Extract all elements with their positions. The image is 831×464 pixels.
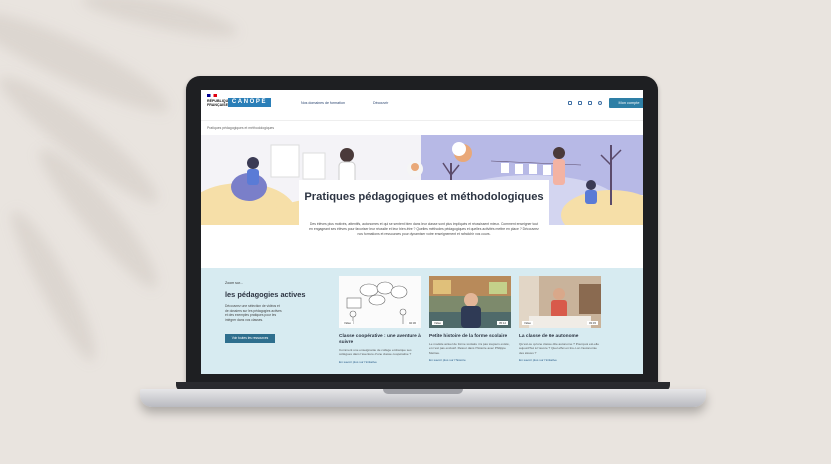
card-duration-badge: 03:45	[587, 321, 598, 325]
card-image: Vidéo 03:45	[519, 276, 601, 328]
card-duration-badge: 05:12	[497, 321, 508, 325]
card-text: Le modèle actuel de forme scolaire n'a p…	[429, 342, 510, 355]
breadcrumb[interactable]: Pratiques pédagogiques et méthodologique…	[207, 126, 274, 130]
brand-logo[interactable]: CANOPÉ	[228, 98, 271, 107]
cart-icon[interactable]	[578, 101, 582, 105]
card-image: Vidéo 02:30	[339, 276, 421, 328]
laptop-screen: RÉPUBLIQUE FRANÇAISE CANOPÉ Nos domaines…	[201, 90, 643, 374]
laptop-notch	[383, 389, 463, 394]
zoom-title: les pédagogies actives	[225, 290, 306, 299]
card-link[interactable]: En savoir plus sur l'histoire	[429, 358, 511, 362]
heart-icon[interactable]	[588, 101, 592, 105]
card-image: Vidéo 05:12	[429, 276, 511, 328]
zoom-kicker: Zoom sur...	[225, 281, 243, 285]
card-title[interactable]: La classe de 6e autonome	[519, 334, 601, 340]
see-all-resources-button[interactable]: Voir toutes les ressources	[225, 334, 275, 343]
search-icon[interactable]	[568, 101, 572, 105]
leaf-shadow	[78, 0, 242, 45]
resource-card[interactable]: Vidéo 02:30 Classe coopérative : une ave…	[339, 276, 421, 364]
account-button[interactable]: Mon compte	[609, 98, 643, 108]
card-title[interactable]: Petite histoire de la forme scolaire	[429, 334, 511, 340]
gov-label: RÉPUBLIQUE FRANÇAISE	[207, 99, 231, 107]
card-link[interactable]: En savoir plus sur l'initiative	[339, 360, 421, 364]
resource-card[interactable]: Vidéo 05:12 Petite histoire de la forme …	[429, 276, 511, 362]
card-type-badge: Vidéo	[522, 321, 534, 325]
card-text: Qu'est-ce qu'une classe dite autonome ? …	[519, 342, 599, 355]
help-icon[interactable]	[598, 101, 602, 105]
zoom-description: Découvrez une sélection de vidéos et de …	[225, 304, 282, 322]
card-link[interactable]: En savoir plus sur l'initiative	[519, 358, 601, 362]
card-duration-badge: 02:30	[407, 321, 418, 325]
resource-card[interactable]: Vidéo 03:45 La classe de 6e autonome Qu'…	[519, 276, 601, 362]
nav-item-domaines[interactable]: Nos domaines de formation	[301, 101, 345, 105]
hero-description: Des élèves plus motivés, attentifs, auto…	[309, 222, 539, 236]
flag-icon	[207, 94, 217, 97]
card-type-badge: Vidéo	[432, 321, 444, 325]
card-type-badge: Vidéo	[342, 321, 354, 325]
site-header: RÉPUBLIQUE FRANÇAISE CANOPÉ Nos domaines…	[201, 90, 643, 121]
card-title[interactable]: Classe coopérative : une aventure à suiv…	[339, 334, 421, 346]
page-title: Pratiques pédagogiques et méthodologique…	[304, 191, 544, 203]
nav-item-decouvrir[interactable]: Découvrir	[373, 101, 388, 105]
card-text: Comment une enseignante de collège embar…	[339, 348, 412, 357]
